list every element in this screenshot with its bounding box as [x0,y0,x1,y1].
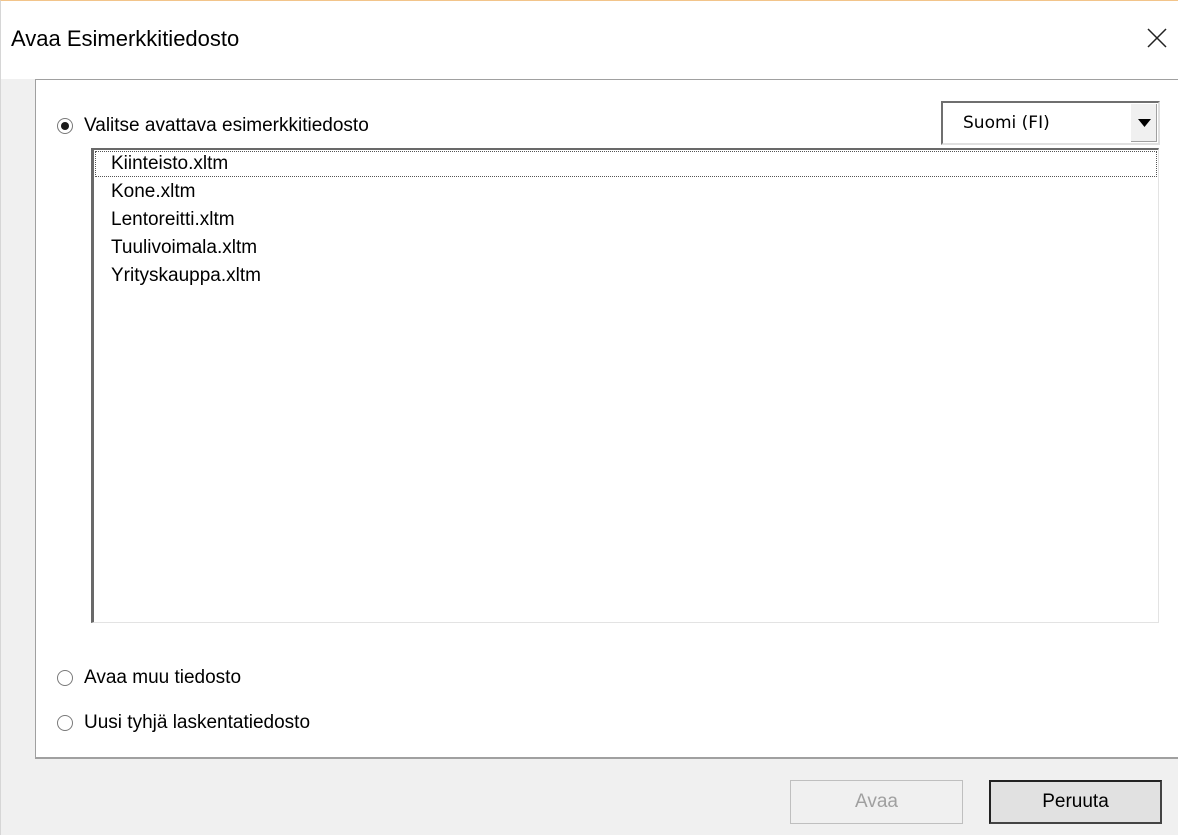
chevron-down-icon [1138,119,1151,127]
language-select[interactable]: Suomi (FI) [941,101,1160,145]
radio-button[interactable] [57,715,73,731]
language-select-value: Suomi (FI) [963,113,1050,133]
sample-file-list[interactable]: Kiinteisto.xltm Kone.xltm Lentoreitti.xl… [91,148,1159,623]
cancel-button[interactable]: Peruuta [989,780,1162,824]
options-panel: Valitse avattava esimerkkitiedosto Suomi… [35,79,1178,759]
list-item[interactable]: Yrityskauppa.xltm [94,262,1158,290]
list-item[interactable]: Kiinteisto.xltm [94,150,1158,178]
dialog-window: Avaa Esimerkkitiedosto Valitse avattava … [0,0,1178,835]
language-select-dropdown-button[interactable] [1130,104,1157,142]
close-icon [1147,28,1167,48]
title-bar: Avaa Esimerkkitiedosto [1,1,1178,79]
radio-button[interactable] [57,670,73,686]
list-item[interactable]: Tuulivoimala.xltm [94,234,1158,262]
radio-button-checked[interactable] [57,118,73,134]
radio-open-sample-label: Valitse avattava esimerkkitiedosto [84,115,369,136]
radio-open-sample[interactable]: Valitse avattava esimerkkitiedosto [57,115,369,137]
dialog-title: Avaa Esimerkkitiedosto [11,26,240,51]
list-item[interactable]: Lentoreitti.xltm [94,206,1158,234]
radio-new-blank[interactable]: Uusi tyhjä laskentatiedosto [57,712,310,734]
list-item[interactable]: Kone.xltm [94,178,1158,206]
close-button[interactable] [1135,16,1178,60]
radio-new-blank-label: Uusi tyhjä laskentatiedosto [84,712,311,733]
radio-open-other[interactable]: Avaa muu tiedosto [57,667,241,689]
radio-open-other-label: Avaa muu tiedosto [84,667,242,688]
open-button[interactable]: Avaa [790,780,963,824]
